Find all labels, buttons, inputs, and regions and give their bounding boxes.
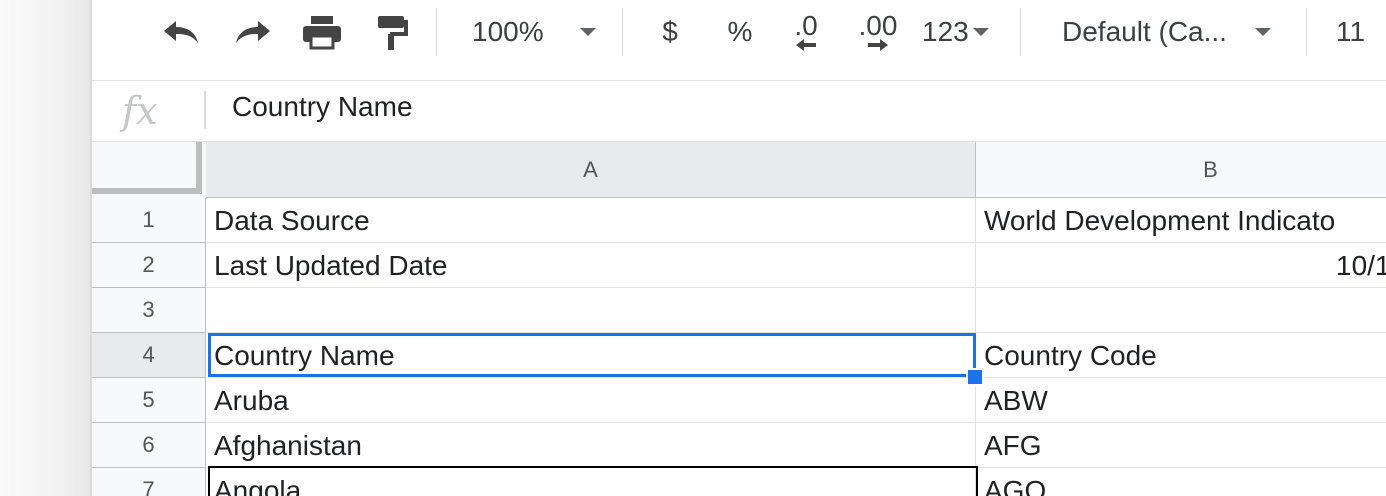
frozen-row-handle[interactable] [92, 188, 196, 194]
arrow-left-icon [796, 39, 816, 51]
sheet-row: 2 Last Updated Date 10/16/20 [92, 243, 1386, 288]
undo-icon[interactable] [158, 8, 206, 56]
cell-b6[interactable]: AFG [976, 423, 1386, 468]
range-border [208, 466, 978, 496]
row-header[interactable]: 1 [92, 198, 206, 243]
more-formats-button[interactable]: 123 [922, 8, 1002, 56]
percent-label: % [727, 16, 753, 47]
currency-label: $ [662, 16, 678, 47]
font-select[interactable]: Default (Ca... [1062, 8, 1302, 56]
sheet-grid: A B 1 Data Source World Development Indi… [92, 142, 1386, 496]
cell-a6[interactable]: Afghanistan [206, 423, 976, 468]
chevron-down-icon [1254, 28, 1271, 36]
cell-a1[interactable]: Data Source [206, 198, 976, 243]
cell-b7[interactable]: AGO [976, 468, 1386, 496]
fill-handle[interactable] [966, 368, 984, 386]
print-icon[interactable] [298, 8, 346, 56]
row-header[interactable]: 6 [92, 423, 206, 468]
cell-a2[interactable]: Last Updated Date [206, 243, 976, 288]
select-all-corner[interactable] [92, 142, 207, 199]
more-formats-label: 123 [922, 16, 969, 47]
formula-separator [204, 91, 206, 129]
zoom-value: 100% [472, 16, 544, 47]
font-size-value: 11 [1336, 16, 1366, 47]
column-header-b[interactable]: B [976, 142, 1386, 198]
cell-b3[interactable] [976, 288, 1386, 333]
cell-a3[interactable] [206, 288, 976, 333]
toolbar-separator [1306, 8, 1307, 56]
cell-b5[interactable]: ABW [976, 378, 1386, 423]
chevron-down-icon [579, 28, 596, 36]
font-value: Default (Ca... [1062, 16, 1227, 47]
percent-button[interactable]: % [722, 8, 758, 56]
formula-bar: fx Country Name [92, 81, 1386, 142]
redo-icon[interactable] [228, 8, 276, 56]
decrease-decimal-button[interactable]: .0 [786, 8, 826, 56]
arrow-right-icon [868, 39, 888, 51]
fx-icon: fx [122, 89, 158, 133]
increase-decimal-label: .00 [858, 10, 898, 41]
cell-b1[interactable]: World Development Indicato [976, 198, 1386, 243]
frozen-column-handle[interactable] [196, 142, 202, 194]
sheet-row: 3 [92, 288, 1386, 333]
font-size-select[interactable]: 11 [1336, 8, 1376, 56]
decrease-decimal-label: .0 [794, 10, 818, 41]
cell-b2[interactable]: 10/16/20 [976, 243, 1386, 288]
left-shadow [0, 0, 92, 496]
toolbar-separator [622, 8, 623, 56]
formula-input[interactable]: Country Name [232, 91, 413, 123]
row-header[interactable]: 3 [92, 288, 206, 333]
chevron-down-icon [972, 28, 989, 36]
zoom-select[interactable]: 100% [472, 8, 612, 56]
row-header[interactable]: 7 [92, 468, 206, 496]
sheet-row: 6 Afghanistan AFG [92, 423, 1386, 468]
toolbar: 100% $ % .0 .00 123 Default (Ca... 11 [92, 0, 1386, 81]
row-header[interactable]: 2 [92, 243, 206, 288]
row-header[interactable]: 5 [92, 378, 206, 423]
increase-decimal-button[interactable]: .00 [854, 8, 902, 56]
row-header[interactable]: 4 [92, 333, 206, 378]
sheet-row: 1 Data Source World Development Indicato [92, 198, 1386, 243]
cell-a5[interactable]: Aruba [206, 378, 976, 423]
column-header-a[interactable]: A [206, 142, 976, 198]
cell-b4[interactable]: Country Code [976, 333, 1386, 378]
sheet-row: 5 Aruba ABW [92, 378, 1386, 423]
toolbar-separator [1020, 8, 1021, 56]
active-cell-border [208, 333, 976, 377]
currency-button[interactable]: $ [652, 8, 688, 56]
paint-format-icon[interactable] [368, 8, 416, 56]
toolbar-separator [436, 8, 437, 56]
